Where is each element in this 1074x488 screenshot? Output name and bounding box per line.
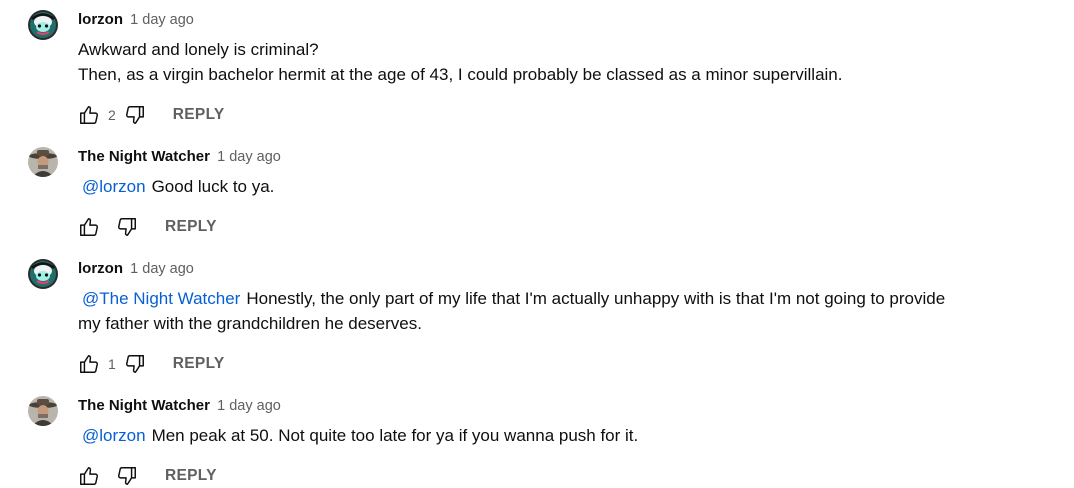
dislike-icon[interactable] [116,216,138,238]
comment-timestamp[interactable]: 1 day ago [130,12,194,28]
comment-line: @The Night Watcher Honestly, the only par… [82,289,946,308]
comment-header: The Night Watcher 1 day ago [78,397,281,414]
like-count: 2 [108,107,116,123]
reply-button[interactable]: REPLY [173,355,225,373]
comment-text: @lorzon Men peak at 50. Not quite too lat… [78,423,1038,448]
comment-actions: 2 REPLY [78,103,225,127]
comment-header: lorzon 1 day ago [78,11,194,28]
like-icon[interactable] [78,465,100,487]
comment-text: @The Night Watcher Honestly, the only par… [78,286,1038,336]
comment-actions: REPLY [78,215,217,239]
comment-timestamp[interactable]: 1 day ago [217,149,281,165]
comment-line: Awkward and lonely is criminal? [78,40,319,59]
comment-actions: REPLY [78,464,217,488]
reply-button[interactable]: REPLY [165,218,217,236]
mention-link[interactable]: @The Night Watcher [82,289,240,308]
reply-button[interactable]: REPLY [165,467,217,485]
comment-line: @lorzon Good luck to ya. [82,177,275,196]
avatar[interactable] [28,10,58,40]
comment-author[interactable]: lorzon [78,260,123,277]
like-icon[interactable] [78,353,100,375]
dislike-icon[interactable] [124,353,146,375]
comment-author[interactable]: The Night Watcher [78,148,210,165]
comment-text: Awkward and lonely is criminal? Then, as… [78,37,1038,87]
dislike-icon[interactable] [116,465,138,487]
avatar[interactable] [28,259,58,289]
comment-timestamp[interactable]: 1 day ago [217,398,281,414]
comment-text: @lorzon Good luck to ya. [78,174,1038,199]
mention-link[interactable]: @lorzon [82,426,146,445]
comment-author[interactable]: The Night Watcher [78,397,210,414]
reply-button[interactable]: REPLY [173,106,225,124]
avatar[interactable] [28,147,58,177]
comment-timestamp[interactable]: 1 day ago [130,261,194,277]
avatar[interactable] [28,396,58,426]
comment-header: lorzon 1 day ago [78,260,194,277]
comment-actions: 1 REPLY [78,352,225,376]
dislike-icon[interactable] [124,104,146,126]
like-count: 1 [108,356,116,372]
comment-line: Then, as a virgin bachelor hermit at the… [78,65,843,84]
comment-line: my father with the grandchildren he dese… [78,314,422,333]
comment-line: @lorzon Men peak at 50. Not quite too lat… [82,426,639,445]
like-icon[interactable] [78,104,100,126]
like-icon[interactable] [78,216,100,238]
mention-link[interactable]: @lorzon [82,177,146,196]
comment-header: The Night Watcher 1 day ago [78,148,281,165]
comment-author[interactable]: lorzon [78,11,123,28]
